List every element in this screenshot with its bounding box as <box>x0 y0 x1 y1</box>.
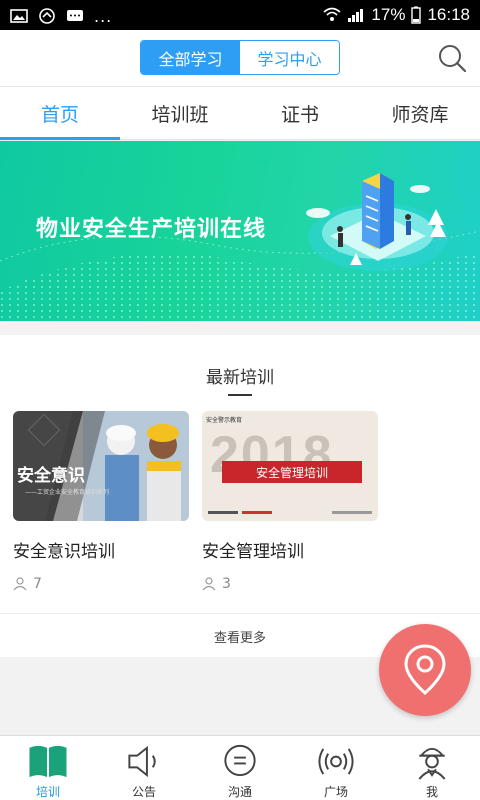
wifi-icon <box>323 7 341 21</box>
location-fab[interactable] <box>379 624 471 716</box>
card-image-header: 安全警示教育 <box>206 417 243 424</box>
status-bar: ... 17% 16:18 <box>0 0 480 30</box>
main-tabs: 首页 培训班 证书 师资库 <box>0 86 480 140</box>
enroll-count-value: 7 <box>33 576 42 592</box>
divider <box>0 613 480 614</box>
book-icon <box>29 745 67 778</box>
nav-square[interactable]: 广场 <box>288 736 384 800</box>
training-card[interactable]: 安全意识 ——工贸企业安全教育培训系列 安全意识培训 7 <box>13 411 189 592</box>
nav-communication[interactable]: 沟通 <box>192 736 288 800</box>
enroll-count: 3 <box>202 576 378 592</box>
broadcast-icon <box>318 748 354 775</box>
nav-announcement[interactable]: 公告 <box>96 736 192 800</box>
search-icon[interactable] <box>436 42 468 74</box>
tab-teacher-library[interactable]: 师资库 <box>360 87 480 139</box>
nav-label: 培训 <box>35 785 60 799</box>
person-icon <box>13 577 27 591</box>
card-image-title: 安全管理培训 <box>222 461 362 483</box>
location-pin-icon <box>404 644 446 695</box>
study-scope-toggle: 全部学习 学习中心 <box>140 40 340 75</box>
chat-icon <box>224 744 256 777</box>
tab-training-class[interactable]: 培训班 <box>120 87 240 139</box>
latest-training-section: 最新培训 安全意识 ——工贸企业安全教育培训系列 安全意识培训 7 安全警示教育… <box>0 335 480 657</box>
enroll-count: 7 <box>13 576 189 592</box>
message-icon <box>67 10 83 21</box>
notification-icon <box>39 8 55 24</box>
signal-icon <box>348 9 364 22</box>
top-header: 全部学习 学习中心 <box>0 30 480 86</box>
nav-training[interactable]: 培训 <box>0 736 96 800</box>
battery-percent: 17% <box>371 5 406 24</box>
speaker-icon <box>128 745 156 778</box>
nav-label: 公告 <box>131 785 156 799</box>
card-title: 安全管理培训 <box>202 542 304 562</box>
nav-me[interactable]: 我 <box>384 736 480 800</box>
tab-certificate[interactable]: 证书 <box>240 87 360 139</box>
more-notifications: ... <box>94 6 113 26</box>
nav-label: 沟通 <box>227 785 252 799</box>
image-icon <box>10 9 28 23</box>
training-card[interactable]: 安全警示教育 2018 安全管理培训 安全管理培训 3 <box>202 411 378 592</box>
enroll-count-value: 3 <box>222 576 231 592</box>
section-underline <box>228 394 252 396</box>
bottom-nav: 培训 公告 沟通 广场 我 <box>0 735 480 800</box>
promo-banner[interactable]: 物业安全生产培训在线 <box>0 141 480 321</box>
tab-home[interactable]: 首页 <box>0 87 120 140</box>
card-image-caption: ——工贸企业安全教育培训系列 <box>25 489 110 496</box>
training-card-image: 安全警示教育 2018 安全管理培训 <box>202 411 378 521</box>
battery-icon <box>411 6 422 24</box>
segment-all-study[interactable]: 全部学习 <box>141 41 240 74</box>
banner-title: 物业安全生产培训在线 <box>36 217 267 242</box>
card-image-title: 安全意识 <box>17 466 85 486</box>
worker-icon <box>418 747 446 780</box>
card-title: 安全意识培训 <box>13 542 115 562</box>
nav-label: 我 <box>425 785 438 799</box>
person-icon <box>202 577 216 591</box>
training-card-image: 安全意识 ——工贸企业安全教育培训系列 <box>13 411 189 521</box>
nav-label: 广场 <box>323 785 348 799</box>
segment-study-center[interactable]: 学习中心 <box>240 41 339 74</box>
clock: 16:18 <box>427 5 470 24</box>
section-title: 最新培训 <box>206 368 274 388</box>
